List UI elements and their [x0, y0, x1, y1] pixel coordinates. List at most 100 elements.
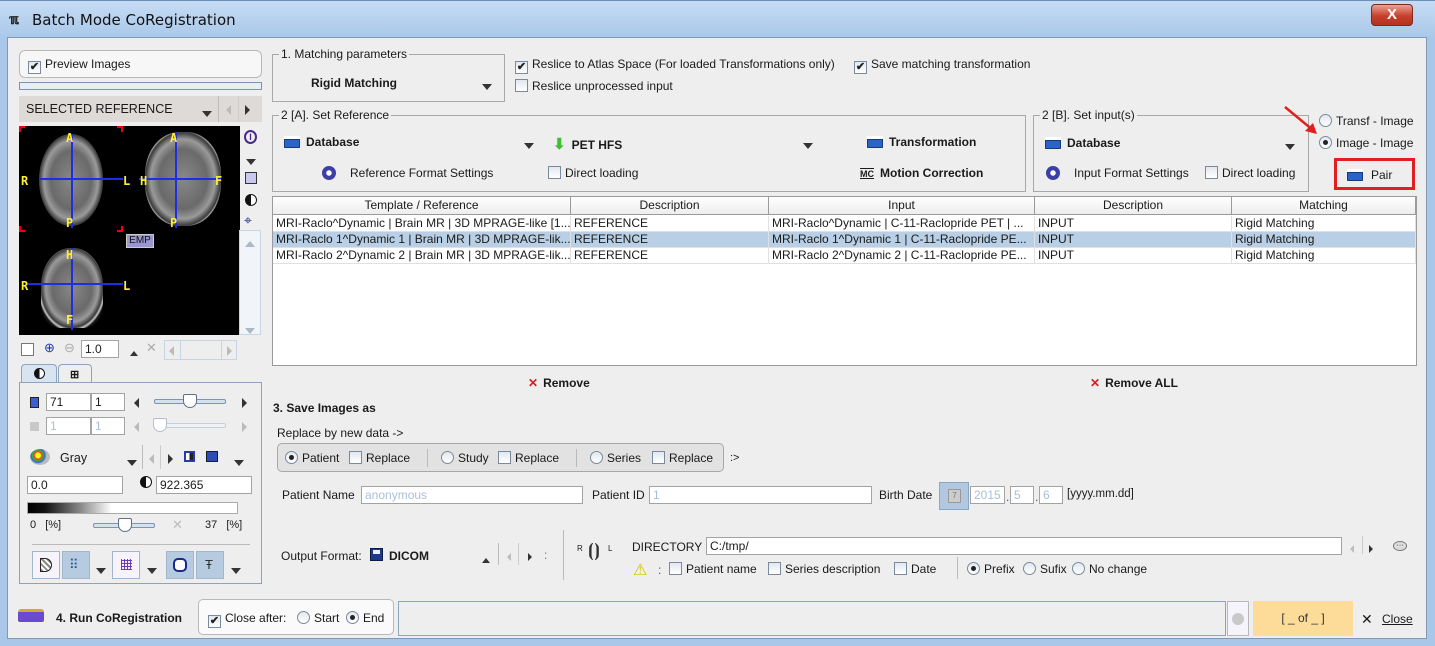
threshold-slider[interactable]	[93, 518, 155, 532]
column-header-template-reference[interactable]: Template / Reference	[273, 197, 571, 215]
close-button[interactable]: Close	[1382, 612, 1413, 626]
position-sufix-radio[interactable]	[1023, 562, 1036, 575]
position-prefix-radio[interactable]	[967, 562, 980, 575]
table-row[interactable]: MRI-Raclo^Dynamic | Brain MR | 3D MPRAGE…	[273, 216, 1416, 232]
matching-method-select[interactable]: Rigid Matching	[311, 76, 397, 90]
reslice-atlas-checkbox[interactable]: ✔	[515, 61, 528, 74]
position-prefix-option[interactable]: Prefix	[967, 562, 1015, 576]
reference-direct-loading-checkbox[interactable]	[548, 166, 561, 179]
close-after-start-radio[interactable]	[297, 611, 310, 624]
close-after-option[interactable]: ✔ Close after:	[208, 611, 286, 628]
save-transformation-option[interactable]: ✔ Save matching transformation	[854, 57, 1030, 74]
zoom-step-up-icon[interactable]	[130, 345, 138, 359]
replace-study-checkbox[interactable]	[498, 451, 511, 464]
table-row[interactable]: MRI-Raclo 2^Dynamic 2 | Brain MR | 3D MP…	[273, 248, 1416, 264]
window-close-button[interactable]: X	[1371, 4, 1413, 26]
frame-slider-thumb[interactable]	[153, 418, 167, 432]
pairs-table[interactable]: Template / Reference Description Input D…	[272, 196, 1417, 366]
feet-orientation-icon[interactable]: ⦗⦘	[588, 540, 600, 561]
zoom-scroll[interactable]	[164, 340, 237, 360]
mode-transf-image-option[interactable]: Transf - Image	[1319, 114, 1414, 128]
reslice-unprocessed-option[interactable]: Reslice unprocessed input	[515, 79, 673, 93]
next-icon[interactable]	[245, 104, 250, 118]
patient-id-input[interactable]: 1	[649, 486, 872, 504]
tools-dropdown-icon[interactable]	[246, 154, 256, 168]
slice-slider[interactable]	[154, 394, 226, 408]
slice-next-icon[interactable]	[242, 397, 247, 411]
reference-orientation-select[interactable]: ⬇ PET HFS	[553, 135, 622, 153]
annotation-button[interactable]: Ŧ	[196, 551, 224, 579]
output-next-icon[interactable]	[528, 550, 532, 564]
sync-checkbox[interactable]	[21, 343, 34, 356]
colormap-next-icon[interactable]	[168, 453, 173, 467]
directory-input[interactable]: C:/tmp/	[706, 537, 1342, 555]
slice-step-input[interactable]: 1	[91, 393, 125, 411]
reference-selector[interactable]: SELECTED REFERENCE	[19, 96, 262, 122]
frame-step-input[interactable]: 1	[91, 417, 125, 435]
frame-slider[interactable]	[153, 418, 226, 432]
close-after-end-option[interactable]: End	[346, 611, 384, 625]
reset-threshold-icon[interactable]: ✕	[172, 517, 183, 533]
replace-series-option[interactable]: Replace	[652, 451, 713, 465]
tab-layout[interactable]: ⊞	[58, 364, 92, 383]
slice-prev-icon[interactable]	[134, 397, 139, 411]
naming-series-description-checkbox[interactable]	[768, 562, 781, 575]
crosshair-icon[interactable]: ⌖	[244, 212, 252, 229]
input-source-select[interactable]: Database	[1045, 136, 1120, 150]
colormap-options-icon[interactable]	[234, 455, 244, 469]
input-direct-loading-checkbox[interactable]	[1205, 166, 1218, 179]
naming-date-checkbox[interactable]	[894, 562, 907, 575]
selector-dropdown-icon[interactable]	[202, 106, 212, 120]
close-after-start-option[interactable]: Start	[297, 611, 339, 625]
column-header-matching[interactable]: Matching	[1232, 197, 1416, 215]
level-study-radio[interactable]	[441, 451, 454, 464]
birth-year-input[interactable]: 2015	[970, 486, 1005, 504]
naming-series-description-option[interactable]: Series description	[768, 562, 880, 576]
colormap-dropdown-icon[interactable]	[127, 455, 137, 469]
annotation-dropdown-icon[interactable]	[231, 563, 241, 577]
colormap-label[interactable]: Gray	[60, 451, 87, 465]
outline-button[interactable]	[166, 551, 194, 579]
mode-image-image-option[interactable]: Image - Image	[1319, 136, 1413, 150]
preview-images-checkbox[interactable]: ✔	[28, 61, 41, 74]
info-icon[interactable]: I	[244, 130, 257, 144]
stop-button[interactable]	[1227, 601, 1249, 636]
directory-prev-icon[interactable]	[1350, 542, 1354, 556]
reslice-atlas-option[interactable]: ✔ Reslice to Atlas Space (For loaded Tran…	[515, 57, 835, 74]
level-patient-option[interactable]: Patient	[285, 451, 339, 465]
position-sufix-option[interactable]: Sufix	[1023, 562, 1067, 576]
auto-range-icon[interactable]	[140, 476, 152, 488]
output-prev-icon[interactable]	[507, 550, 511, 564]
position-no-change-option[interactable]: No change	[1072, 562, 1147, 576]
zoom-in-icon[interactable]: ⊕	[44, 340, 55, 356]
reslice-unprocessed-checkbox[interactable]	[515, 79, 528, 92]
save-transformation-checkbox[interactable]: ✔	[854, 61, 867, 74]
fusion-mode-button[interactable]	[32, 551, 60, 579]
input-direct-loading-option[interactable]: Direct loading	[1205, 166, 1295, 180]
frame-next-icon[interactable]	[242, 421, 247, 435]
threshold-slider-thumb[interactable]	[118, 518, 132, 532]
colormap-gradient-bar[interactable]	[27, 502, 238, 514]
input-format-settings-button[interactable]: Input Format Settings	[1046, 166, 1189, 180]
reference-format-settings-button[interactable]: Reference Format Settings	[322, 166, 493, 180]
column-header-input-description[interactable]: Description	[1035, 197, 1232, 215]
frame-prev-icon[interactable]	[134, 421, 139, 435]
browse-directory-icon[interactable]: ···	[1393, 541, 1407, 551]
max-value-input[interactable]: 922.365	[156, 476, 252, 494]
image-preview-viewer[interactable]: A P R L A P H F EMP H F R L	[19, 126, 240, 335]
birth-day-input[interactable]: 6	[1039, 486, 1063, 504]
level-study-option[interactable]: Study	[441, 451, 489, 465]
grid-button[interactable]	[112, 551, 140, 579]
reference-source-select[interactable]: Database	[284, 135, 359, 149]
replace-study-option[interactable]: Replace	[498, 451, 559, 465]
zoom-out-icon[interactable]: ⊖	[64, 340, 75, 356]
close-x-icon[interactable]: ✕	[1361, 611, 1373, 628]
reference-source-dropdown-icon[interactable]	[524, 138, 534, 152]
mode-image-image-radio[interactable]	[1319, 136, 1332, 149]
invert-colormap-icon[interactable]	[184, 451, 195, 462]
naming-date-option[interactable]: Date	[894, 562, 936, 576]
prev-icon[interactable]	[226, 104, 231, 118]
level-patient-radio[interactable]	[285, 451, 298, 464]
grid-dropdown-icon[interactable]	[147, 563, 157, 577]
run-truck-icon[interactable]	[18, 609, 44, 622]
